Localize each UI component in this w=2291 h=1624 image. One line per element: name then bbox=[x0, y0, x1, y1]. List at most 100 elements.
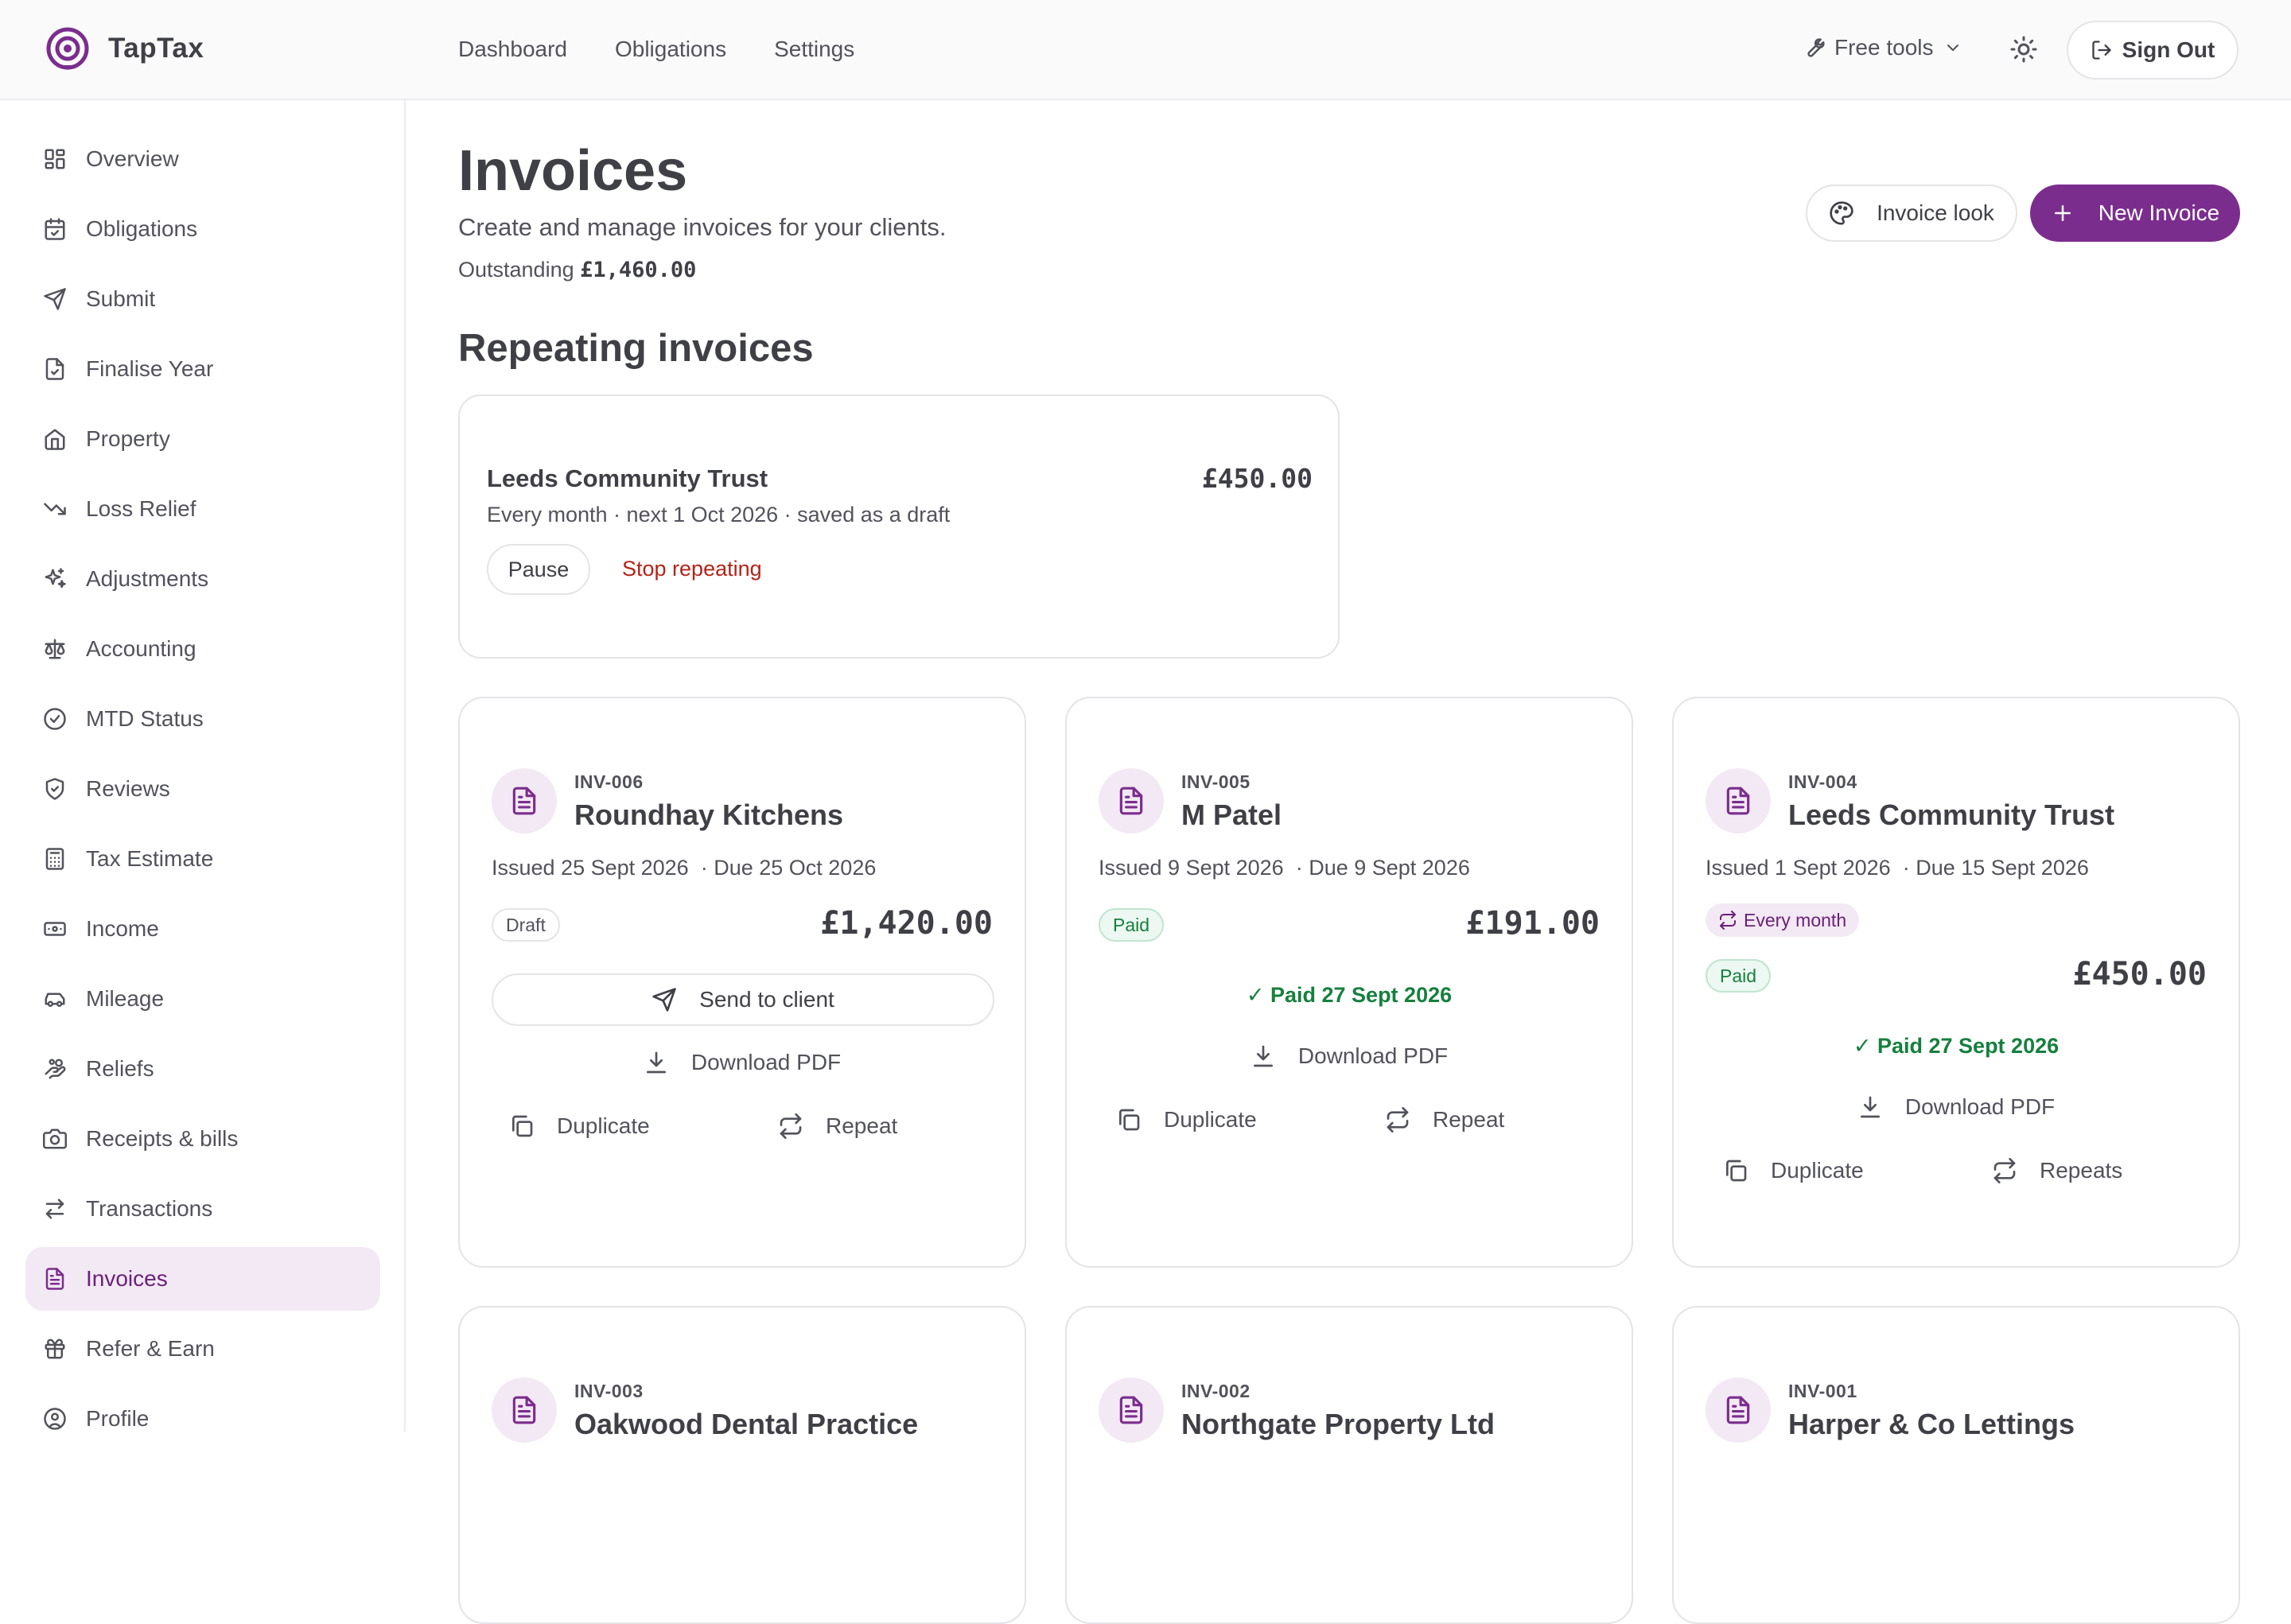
download-label: Download PDF bbox=[1297, 1043, 1449, 1068]
sidebar-item-overview[interactable]: Overview bbox=[25, 127, 380, 191]
new-invoice-label: New Invoice bbox=[2098, 200, 2220, 225]
invoice-doc-icon-wrap bbox=[1706, 768, 1771, 833]
sidebar-item-receipts-bills[interactable]: Receipts & bills bbox=[25, 1107, 380, 1171]
repeat-icon bbox=[1720, 911, 1736, 930]
invoice-look-label: Invoice look bbox=[1877, 200, 1994, 225]
invoice-look-button[interactable]: Invoice look bbox=[1806, 185, 2017, 242]
sidebar-item-transactions[interactable]: Transactions bbox=[25, 1177, 380, 1241]
sidebar-item-adjustments[interactable]: Adjustments bbox=[25, 547, 380, 611]
sidebar-item-finalise-year[interactable]: Finalise Year bbox=[25, 337, 380, 401]
page-subtitle: Create and manage invoices for your clie… bbox=[458, 213, 947, 241]
page-title: Invoices bbox=[458, 139, 688, 203]
invoice-client: Harper & Co Lettings bbox=[1788, 1408, 2075, 1440]
sidebar-item-profile[interactable]: Profile bbox=[25, 1387, 380, 1451]
sidebar-item-refer-earn[interactable]: Refer & Earn bbox=[25, 1317, 380, 1381]
download-icon bbox=[1860, 1096, 1880, 1118]
frequency-badge: Every month bbox=[1706, 903, 1860, 937]
sign-out-label: Sign Out bbox=[2122, 37, 2215, 62]
invoice-doc-icon-wrap bbox=[1099, 768, 1164, 833]
repeat-label: Repeat bbox=[1433, 1107, 1505, 1132]
invoice-card: INV-003 Oakwood Dental Practice bbox=[458, 1306, 1026, 1624]
brand-name: TapTax bbox=[108, 33, 204, 64]
sidebar-item-submit[interactable]: Submit bbox=[25, 267, 380, 331]
brand-logo[interactable]: TapTax bbox=[45, 25, 204, 72]
invoice-client: Leeds Community Trust bbox=[1788, 798, 2115, 831]
duplicate-label: Duplicate bbox=[557, 1113, 650, 1138]
copy-icon bbox=[1726, 1160, 1747, 1182]
invoice-card: INV-002 Northgate Property Ltd bbox=[1065, 1306, 1633, 1624]
banknote-icon bbox=[44, 922, 66, 936]
invoice-card: INV-005 M Patel Issued 9 Sept 2026 · Due… bbox=[1065, 697, 1633, 1268]
send-to-client-button[interactable]: Send to client bbox=[492, 973, 994, 1026]
nav-dashboard[interactable]: Dashboard bbox=[458, 37, 567, 62]
new-invoice-button[interactable]: New Invoice bbox=[2030, 185, 2240, 242]
outstanding-label: Outstanding bbox=[458, 258, 574, 282]
sidebar-item-property[interactable]: Property bbox=[25, 407, 380, 471]
duplicate-button[interactable]: Duplicate bbox=[509, 1113, 650, 1139]
invoice-doc-icon-wrap bbox=[1706, 1377, 1771, 1443]
repeat-icon bbox=[1387, 1107, 1409, 1133]
pause-button[interactable]: Pause bbox=[487, 544, 590, 595]
sidebar-item-reviews[interactable]: Reviews bbox=[25, 757, 380, 821]
sidebar-item-obligations[interactable]: Obligations bbox=[25, 197, 380, 261]
theme-toggle-sun-icon[interactable] bbox=[2009, 35, 2038, 64]
sidebar-item-label: Reviews bbox=[86, 776, 170, 801]
outstanding-value: £1,460.00 bbox=[580, 258, 697, 282]
sidebar-item-reliefs[interactable]: Reliefs bbox=[25, 1037, 380, 1101]
sidebar-item-label: Transactions bbox=[86, 1196, 213, 1221]
file-text-icon bbox=[1726, 1396, 1750, 1424]
invoice-number: INV-004 bbox=[1788, 771, 1857, 792]
nav-settings[interactable]: Settings bbox=[774, 37, 854, 62]
nav-obligations[interactable]: Obligations bbox=[615, 37, 726, 62]
sidebar-item-accounting[interactable]: Accounting bbox=[25, 617, 380, 681]
sidebar-item-label: Accounting bbox=[86, 636, 196, 661]
taptax-logo-icon bbox=[46, 27, 89, 70]
sidebar-item-label: Adjustments bbox=[86, 566, 209, 591]
sidebar-item-label: Loss Relief bbox=[86, 496, 196, 521]
download-pdf-button[interactable]: Download PDF bbox=[1067, 1043, 1632, 1069]
sidebar-item-loss-relief[interactable]: Loss Relief bbox=[25, 477, 380, 541]
top-nav: Dashboard Obligations Settings bbox=[458, 37, 854, 62]
sidebar-item-label: Profile bbox=[86, 1406, 150, 1431]
copy-icon bbox=[1119, 1109, 1140, 1131]
arrows-swap-icon bbox=[45, 1199, 64, 1219]
paid-date: ✓ Paid 27 Sept 2026 bbox=[1246, 983, 1453, 1007]
sidebar-item-income[interactable]: Income bbox=[25, 897, 380, 961]
sidebar-item-mileage[interactable]: Mileage bbox=[25, 967, 380, 1031]
palette-icon bbox=[1830, 201, 1853, 225]
camera-icon bbox=[43, 1129, 67, 1149]
download-pdf-button[interactable]: Download PDF bbox=[1674, 1094, 2238, 1120]
sidebar-item-label: Property bbox=[86, 426, 170, 451]
duplicate-button[interactable]: Duplicate bbox=[1116, 1107, 1257, 1133]
sign-out-button[interactable]: Sign Out bbox=[2067, 21, 2238, 80]
free-tools-menu[interactable]: Free tools bbox=[1801, 35, 1962, 60]
sidebar-item-mtd-status[interactable]: MTD Status bbox=[25, 687, 380, 751]
repeat-button[interactable]: Repeat bbox=[1385, 1107, 1504, 1133]
sidebar-item-label: Overview bbox=[86, 146, 179, 171]
user-circle-icon bbox=[44, 1408, 66, 1430]
sidebar: Overview Obligations Submit Finalise Yea… bbox=[0, 100, 406, 1432]
stop-repeating-link[interactable]: Stop repeating bbox=[622, 557, 762, 581]
invoice-doc-icon-wrap bbox=[492, 768, 557, 833]
scale-icon bbox=[45, 639, 65, 659]
sidebar-item-invoices[interactable]: Invoices bbox=[25, 1247, 380, 1311]
repeat-button[interactable]: Repeat bbox=[778, 1113, 897, 1139]
status-badge: Paid bbox=[1706, 959, 1772, 993]
sidebar-item-label: Receipts & bills bbox=[86, 1126, 239, 1151]
download-pdf-button[interactable]: Download PDF bbox=[460, 1050, 1025, 1075]
grid-icon bbox=[45, 149, 65, 169]
invoice-client: Oakwood Dental Practice bbox=[574, 1408, 919, 1440]
sidebar-item-tax-estimate[interactable]: Tax Estimate bbox=[25, 827, 380, 891]
calculator-icon bbox=[45, 848, 64, 870]
file-text-icon bbox=[512, 787, 536, 815]
repeat-label: Repeat bbox=[826, 1113, 898, 1138]
paid-date: ✓ Paid 27 Sept 2026 bbox=[1853, 1034, 2060, 1058]
invoice-card: INV-006 Roundhay Kitchens Issued 25 Sept… bbox=[458, 697, 1026, 1268]
invoice-client: M Patel bbox=[1181, 798, 1282, 831]
sidebar-item-label: Tax Estimate bbox=[86, 846, 214, 871]
repeats-button[interactable]: Repeats bbox=[1992, 1158, 2122, 1183]
due-date: · Due 15 Sept 2026 bbox=[1902, 856, 2089, 880]
frequency-label: Every month bbox=[1744, 909, 1847, 930]
download-icon bbox=[646, 1051, 666, 1074]
duplicate-button[interactable]: Duplicate bbox=[1723, 1158, 1864, 1183]
